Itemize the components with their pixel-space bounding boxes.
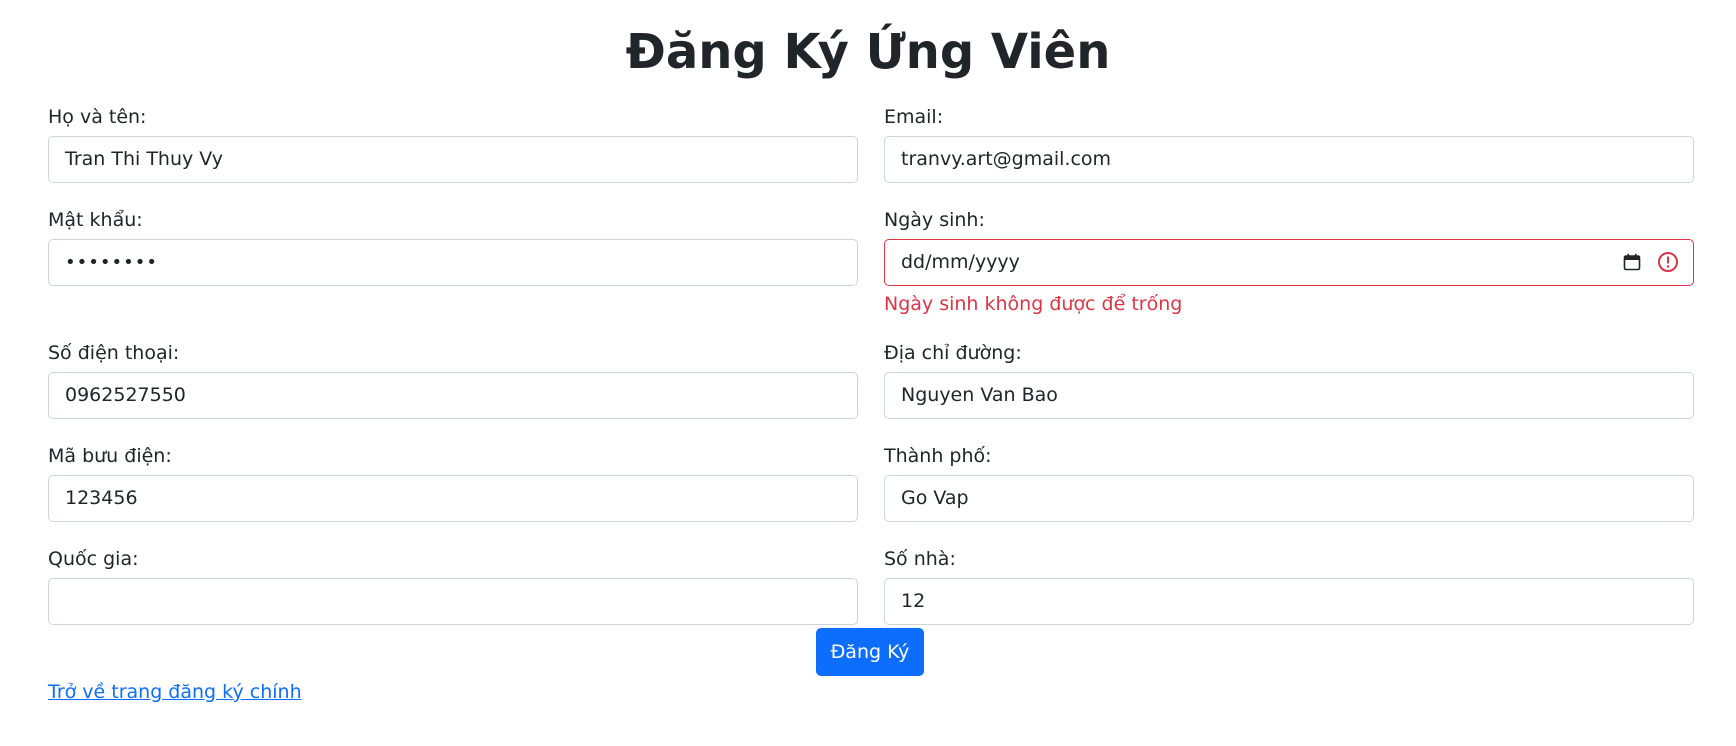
street-value: Nguyen Van Bao — [901, 384, 1058, 406]
city-value: Go Vap — [901, 487, 969, 509]
country-input[interactable] — [48, 578, 858, 625]
house-number-label: Số nhà: — [884, 548, 956, 570]
register-button[interactable]: Đăng Ký — [816, 628, 924, 676]
city-input[interactable]: Go Vap — [884, 475, 1694, 522]
password-input[interactable]: •••••••• — [48, 239, 858, 286]
email-input[interactable]: tranvy.art@gmail.com — [884, 136, 1694, 183]
phone-value: 0962527550 — [65, 384, 186, 406]
birth-date-error: Ngày sinh không được để trống — [884, 293, 1183, 315]
birth-date-input[interactable]: dd/mm/yyyy — [884, 239, 1694, 286]
country-label: Quốc gia: — [48, 548, 139, 570]
back-to-main-registration-link[interactable]: Trở về trang đăng ký chính — [48, 678, 302, 706]
postal-code-group: Mã bưu điện: 123456 — [48, 443, 858, 522]
password-label: Mật khẩu: — [48, 209, 143, 231]
postal-code-input[interactable]: 123456 — [48, 475, 858, 522]
password-group: Mật khẩu: •••••••• — [48, 207, 858, 286]
email-label: Email: — [884, 106, 944, 128]
street-input[interactable]: Nguyen Van Bao — [884, 372, 1694, 419]
email-group: Email: tranvy.art@gmail.com — [884, 104, 1694, 183]
full-name-group: Họ và tên: Tran Thi Thuy Vy — [48, 104, 858, 183]
street-group: Địa chỉ đường: Nguyen Van Bao — [884, 340, 1694, 419]
password-value: •••••••• — [65, 252, 158, 273]
birth-date-value: dd/mm/yyyy — [901, 251, 1020, 273]
house-number-group: Số nhà: 12 — [884, 546, 1694, 625]
full-name-label: Họ và tên: — [48, 106, 147, 128]
postal-code-label: Mã bưu điện: — [48, 445, 172, 467]
email-value: tranvy.art@gmail.com — [901, 148, 1112, 170]
full-name-value: Tran Thi Thuy Vy — [65, 148, 224, 170]
street-label: Địa chỉ đường: — [884, 342, 1022, 364]
registration-page: Đăng Ký Ứng Viên Họ và tên: Tran Thi Thu… — [0, 0, 1736, 746]
house-number-input[interactable]: 12 — [884, 578, 1694, 625]
error-circle-icon — [1658, 252, 1678, 272]
postal-code-value: 123456 — [65, 487, 138, 509]
house-number-value: 12 — [901, 590, 926, 612]
city-label: Thành phố: — [884, 445, 992, 467]
birth-date-group: Ngày sinh: dd/mm/yyyy Ngày sinh không đư… — [884, 207, 1694, 317]
phone-label: Số điện thoại: — [48, 342, 180, 364]
page-title: Đăng Ký Ứng Viên — [625, 24, 1111, 80]
birth-date-label: Ngày sinh: — [884, 209, 985, 231]
calendar-icon[interactable] — [1623, 253, 1641, 271]
phone-input[interactable]: 0962527550 — [48, 372, 858, 419]
phone-group: Số điện thoại: 0962527550 — [48, 340, 858, 419]
full-name-input[interactable]: Tran Thi Thuy Vy — [48, 136, 858, 183]
city-group: Thành phố: Go Vap — [884, 443, 1694, 522]
country-group: Quốc gia: — [48, 546, 858, 625]
